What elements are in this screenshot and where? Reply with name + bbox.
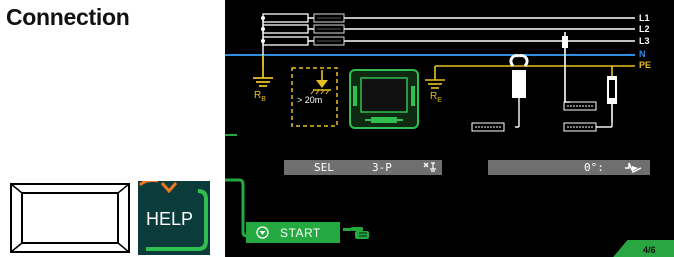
earth-ground-icon <box>253 55 273 87</box>
tester-device-icon <box>349 69 419 129</box>
start-button[interactable]: START <box>246 222 340 243</box>
re-label: RE <box>430 91 442 104</box>
chevron-down-icon <box>256 226 269 239</box>
label-l1: L1 <box>639 13 650 23</box>
page-title: Connection <box>6 4 130 30</box>
clamp-select-icon <box>423 162 436 172</box>
feed-block-1 <box>262 13 309 23</box>
help-accent-orange <box>138 181 158 187</box>
chevron-down-icon <box>160 182 178 194</box>
test-probe-icon <box>596 66 617 128</box>
feed-block-3 <box>262 36 309 46</box>
feed-block-2 <box>262 24 309 34</box>
mode-value: 3-P <box>372 161 392 174</box>
angle-value: 0°: <box>584 161 604 174</box>
page-indicator: 4/6 <box>643 245 656 255</box>
distance-label: > 20m <box>297 95 323 105</box>
label-n: N <box>639 49 646 59</box>
help-button[interactable]: HELP <box>138 181 210 255</box>
waveform-icon <box>625 162 642 173</box>
softkey-bracket <box>225 178 248 238</box>
status-bar-left[interactable]: SEL 3-P <box>284 160 442 175</box>
earth-ground-icon <box>310 70 331 95</box>
pointing-hand-icon <box>343 227 369 239</box>
label-pe: PE <box>639 60 652 70</box>
rb-label: RB <box>254 90 266 103</box>
sel-label: SEL <box>314 161 334 174</box>
test-probe-icon <box>562 32 570 103</box>
help-label: HELP <box>146 209 194 229</box>
wiring-diagram <box>225 13 635 238</box>
instrument-screen: L1 L2 L3 N PE RB RE > 20m SEL 3-P 0°: ST… <box>225 0 674 257</box>
start-label: START <box>280 226 321 240</box>
label-l3: L3 <box>639 36 650 46</box>
status-bar-right[interactable]: 0°: <box>488 160 650 175</box>
device-key-outline <box>10 183 130 253</box>
label-l2: L2 <box>639 24 650 34</box>
